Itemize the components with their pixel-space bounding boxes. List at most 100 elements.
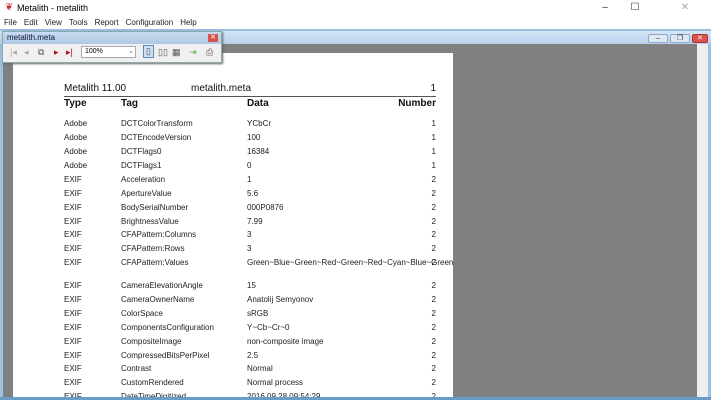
table-row: EXIF CFAPattern:Rows 3 2 xyxy=(13,244,453,258)
zoom-select[interactable]: 100% ⌄ xyxy=(81,46,136,58)
next-page-icon[interactable]: ▸ xyxy=(54,47,59,58)
cell-number: 2 xyxy=(431,230,436,239)
menu-tools[interactable]: Tools xyxy=(69,18,88,27)
cell-data: 000P0876 xyxy=(247,203,284,212)
minimize-button[interactable]: – xyxy=(590,0,620,15)
two-page-view-icon[interactable]: ▯▯ xyxy=(158,47,168,58)
cell-type: Adobe xyxy=(64,147,88,156)
table-row: EXIF CameraElevationAngle 15 2 xyxy=(13,281,453,295)
cell-type: EXIF xyxy=(64,309,82,318)
cell-tag: ComponentsConfiguration xyxy=(121,323,214,332)
table-row: EXIF ApertureValue 5.6 2 xyxy=(13,189,453,203)
toolbar-close-button[interactable]: ✕ xyxy=(208,34,218,42)
table-row: EXIF CustomRendered Normal process 2 xyxy=(13,378,453,392)
cell-tag: CameraOwnerName xyxy=(121,295,195,304)
cell-type: EXIF xyxy=(64,189,82,198)
zoom-value: 100% xyxy=(85,48,103,55)
cell-data: Normal xyxy=(247,364,273,373)
cell-type: EXIF xyxy=(64,337,82,346)
child-minimize-button[interactable]: – xyxy=(648,34,668,43)
cell-number: 2 xyxy=(431,281,436,290)
cell-number: 2 xyxy=(431,378,436,387)
table-row: EXIF ColorSpace sRGB 2 xyxy=(13,309,453,323)
first-page-icon[interactable]: |◂ xyxy=(10,47,17,58)
cell-type: Adobe xyxy=(64,133,88,142)
cell-type: EXIF xyxy=(64,323,82,332)
single-page-view-icon[interactable]: ▯ xyxy=(143,45,154,58)
table-row: EXIF CompressedBitsPerPixel 2.5 2 xyxy=(13,351,453,365)
menu-help[interactable]: Help xyxy=(180,18,196,27)
child-close-button[interactable]: ✕ xyxy=(692,34,708,43)
menu-file[interactable]: File xyxy=(4,18,17,27)
cell-type: EXIF xyxy=(64,351,82,360)
table-row: Adobe DCTEncodeVersion 100 1 xyxy=(13,133,453,147)
cell-data: non-composite image xyxy=(247,337,324,346)
menu-configuration[interactable]: Configuration xyxy=(126,18,174,27)
cell-data: 5.6 xyxy=(247,189,259,198)
cell-data: sRGB xyxy=(247,309,269,318)
table-row: EXIF BrightnessValue 7.99 2 xyxy=(13,217,453,231)
cell-data: Anatolij Semyonov xyxy=(247,295,314,304)
cell-tag: CFAPattern:Columns xyxy=(121,230,197,239)
cell-data: 2.5 xyxy=(247,351,259,360)
cell-number: 1 xyxy=(431,147,436,156)
column-header-tag: Tag xyxy=(121,98,139,109)
column-header-data: Data xyxy=(247,98,269,109)
menu-view[interactable]: View xyxy=(45,18,62,27)
cell-data: Green~Blue~Green~Red~Green~Red~Cyan~Blue… xyxy=(247,258,453,267)
cell-tag: Acceleration xyxy=(121,175,166,184)
cell-tag: DCTEncodeVersion xyxy=(121,133,192,142)
export-icon[interactable]: ⇥ xyxy=(189,47,197,58)
cell-type: EXIF xyxy=(64,281,82,290)
cell-tag: CFAPattern:Rows xyxy=(121,244,185,253)
cell-number: 1 xyxy=(431,119,436,128)
cell-data: 3 xyxy=(247,244,252,253)
table-row: Adobe DCTFlags0 16384 1 xyxy=(13,147,453,161)
cell-tag: ColorSpace xyxy=(121,309,163,318)
prev-page-icon[interactable]: ◂ xyxy=(24,47,29,58)
copy-icon[interactable]: ⧉ xyxy=(38,47,44,58)
table-row: EXIF CFAPattern:Values Green~Blue~Green~Re… xyxy=(13,258,453,272)
header-divider xyxy=(64,96,436,97)
cell-type: EXIF xyxy=(64,295,82,304)
cell-number: 2 xyxy=(431,295,436,304)
cell-tag: DCTFlags1 xyxy=(121,161,162,170)
cell-tag: BodySerialNumber xyxy=(121,203,189,212)
multi-page-view-icon[interactable]: ▦ xyxy=(172,47,181,58)
column-header-number: Number xyxy=(398,98,436,109)
maximize-button[interactable]: ☐ xyxy=(620,0,650,15)
report-app-version: Metalith 11.00 xyxy=(64,83,127,94)
title-bar: ❦ Metalith - metalith – ☐ ✕ xyxy=(0,0,711,15)
cell-tag: CompositeImage xyxy=(121,337,182,346)
cell-type: EXIF xyxy=(64,244,82,253)
table-row: Adobe DCTColorTransform YCbCr 1 xyxy=(13,119,453,133)
menu-report[interactable]: Report xyxy=(95,18,119,27)
vertical-scrollbar[interactable] xyxy=(697,44,708,397)
cell-type: Adobe xyxy=(64,119,88,128)
cell-tag: DCTFlags0 xyxy=(121,147,162,156)
cell-type: EXIF xyxy=(64,175,82,184)
cell-data: Y~Cb~Cr~0 xyxy=(247,323,290,332)
table-row: EXIF ComponentsConfiguration Y~Cb~Cr~0 2 xyxy=(13,323,453,337)
table-row: Adobe DCTFlags1 0 1 xyxy=(13,161,453,175)
child-restore-button[interactable]: ❐ xyxy=(670,34,690,43)
cell-type: EXIF xyxy=(64,230,82,239)
last-page-icon[interactable]: ▸| xyxy=(66,47,73,58)
cell-type: EXIF xyxy=(64,364,82,373)
menu-edit[interactable]: Edit xyxy=(24,18,38,27)
cell-number: 1 xyxy=(431,133,436,142)
cell-number: 2 xyxy=(431,244,436,253)
cell-data: Normal process xyxy=(247,378,304,387)
table-row: EXIF Acceleration 1 2 xyxy=(13,175,453,189)
cell-data: 7.99 xyxy=(247,217,263,226)
cell-number: 2 xyxy=(431,351,436,360)
table-row: EXIF CFAPattern:Columns 3 2 xyxy=(13,230,453,244)
print-icon[interactable]: ⎙ xyxy=(206,47,213,58)
close-button[interactable]: ✕ xyxy=(670,0,700,15)
navigation-toolbar-window[interactable]: metalith.meta ✕ |◂ ◂ ⧉ ▸ ▸| 100% ⌄ ▯ ▯▯ ▦… xyxy=(2,31,222,63)
cell-tag: CFAPattern:Values xyxy=(121,258,189,267)
menu-bar: File Edit View Tools Report Configuratio… xyxy=(0,15,711,29)
report-filename: metalith.meta xyxy=(191,83,252,94)
cell-number: 2 xyxy=(431,323,436,332)
table-row: EXIF CameraOwnerName Anatolij Semyonov 2 xyxy=(13,295,453,309)
